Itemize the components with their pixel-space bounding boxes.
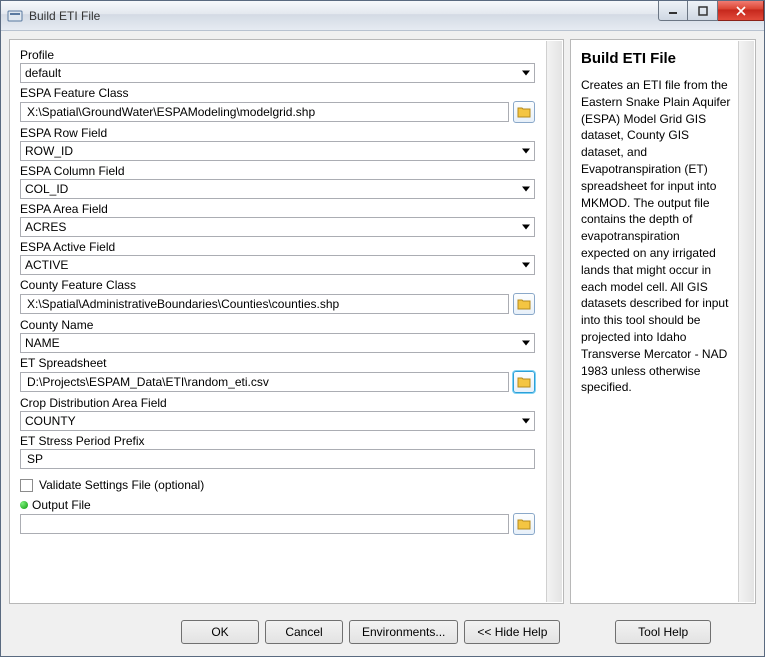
help-body: Creates an ETI file from the Eastern Sna… [581,77,731,396]
button-bar: OK Cancel Environments... << Hide Help T… [1,612,764,656]
chevron-down-icon [522,149,530,154]
button-group-right: Tool Help [572,620,754,644]
help-panel: Build ETI File Creates an ETI file from … [570,39,756,604]
titlebar[interactable]: Build ETI File [1,1,764,31]
et-spreadsheet-input[interactable] [20,372,509,392]
chevron-down-icon [522,225,530,230]
folder-icon [517,106,531,118]
param-espa-area: ESPA Area Field ACRES [20,200,535,237]
county-fc-input[interactable] [20,294,509,314]
espa-row-value: ROW_ID [25,144,73,158]
espa-active-value: ACTIVE [25,258,68,272]
environments-button[interactable]: Environments... [349,620,458,644]
label-espa-row: ESPA Row Field [20,124,535,141]
output-file-browse-button[interactable] [513,513,535,535]
window-controls [658,1,764,21]
param-validate: Validate Settings File (optional) [20,470,535,496]
validate-checkbox[interactable] [20,479,33,492]
label-county-name: County Name [20,316,535,333]
label-espa-col: ESPA Column Field [20,162,535,179]
param-et-prefix: ET Stress Period Prefix [20,432,535,469]
et-spreadsheet-browse-button[interactable] [513,371,535,393]
chevron-down-icon [522,341,530,346]
chevron-down-icon [522,187,530,192]
app-icon [7,8,23,24]
param-espa-fc: ESPA Feature Class [20,84,535,123]
scrollbar[interactable] [546,41,562,602]
content-area: Profile default ESPA Feature Class [1,31,764,656]
espa-fc-browse-button[interactable] [513,101,535,123]
param-profile: Profile default [20,46,535,83]
espa-area-dropdown[interactable]: ACRES [20,217,535,237]
label-espa-active: ESPA Active Field [20,238,535,255]
folder-icon [517,298,531,310]
ok-button[interactable]: OK [181,620,259,644]
label-profile: Profile [20,46,535,63]
panels: Profile default ESPA Feature Class [1,31,764,612]
et-spreadsheet-text[interactable] [25,374,504,390]
param-espa-col: ESPA Column Field COL_ID [20,162,535,199]
param-et-spreadsheet: ET Spreadsheet [20,354,535,393]
cancel-button[interactable]: Cancel [265,620,343,644]
parameters-panel: Profile default ESPA Feature Class [9,39,564,604]
folder-icon [517,518,531,530]
param-crop-dist: Crop Distribution Area Field COUNTY [20,394,535,431]
espa-col-value: COL_ID [25,182,68,196]
close-button[interactable] [718,1,764,21]
minimize-button[interactable] [658,1,688,21]
label-output-file: Output File [20,496,535,513]
window-title: Build ETI File [29,9,100,23]
chevron-down-icon [522,71,530,76]
espa-row-dropdown[interactable]: ROW_ID [20,141,535,161]
output-file-text[interactable] [25,516,504,532]
param-county-fc: County Feature Class [20,276,535,315]
label-output-file-text: Output File [32,498,91,512]
label-et-spreadsheet: ET Spreadsheet [20,354,535,371]
county-name-dropdown[interactable]: NAME [20,333,535,353]
label-county-fc: County Feature Class [20,276,535,293]
label-et-prefix: ET Stress Period Prefix [20,432,535,449]
folder-icon [517,376,531,388]
crop-dist-dropdown[interactable]: COUNTY [20,411,535,431]
output-file-input[interactable] [20,514,509,534]
espa-area-value: ACRES [25,220,66,234]
chevron-down-icon [522,419,530,424]
county-fc-text[interactable] [25,296,504,312]
param-espa-row: ESPA Row Field ROW_ID [20,124,535,161]
label-crop-dist: Crop Distribution Area Field [20,394,535,411]
param-county-name: County Name NAME [20,316,535,353]
tool-help-button[interactable]: Tool Help [615,620,711,644]
county-name-value: NAME [25,336,60,350]
county-fc-browse-button[interactable] [513,293,535,315]
param-espa-active: ESPA Active Field ACTIVE [20,238,535,275]
espa-fc-input[interactable] [20,102,509,122]
profile-dropdown[interactable]: default [20,63,535,83]
crop-dist-value: COUNTY [25,414,76,428]
required-dot-icon [20,501,28,509]
maximize-button[interactable] [688,1,718,21]
label-validate: Validate Settings File (optional) [39,478,204,492]
espa-fc-text[interactable] [25,104,504,120]
et-prefix-input[interactable] [20,449,535,469]
help-title: Build ETI File [581,50,731,67]
espa-active-dropdown[interactable]: ACTIVE [20,255,535,275]
label-espa-area: ESPA Area Field [20,200,535,217]
label-espa-fc: ESPA Feature Class [20,84,535,101]
param-output-file: Output File [20,496,535,535]
espa-col-dropdown[interactable]: COL_ID [20,179,535,199]
scrollbar[interactable] [738,41,754,602]
profile-value: default [25,66,61,80]
et-prefix-text[interactable] [25,451,530,467]
button-group-left: OK Cancel Environments... << Hide Help [181,620,560,644]
app-window: Build ETI File Profile [0,0,765,657]
chevron-down-icon [522,263,530,268]
hide-help-button[interactable]: << Hide Help [464,620,560,644]
